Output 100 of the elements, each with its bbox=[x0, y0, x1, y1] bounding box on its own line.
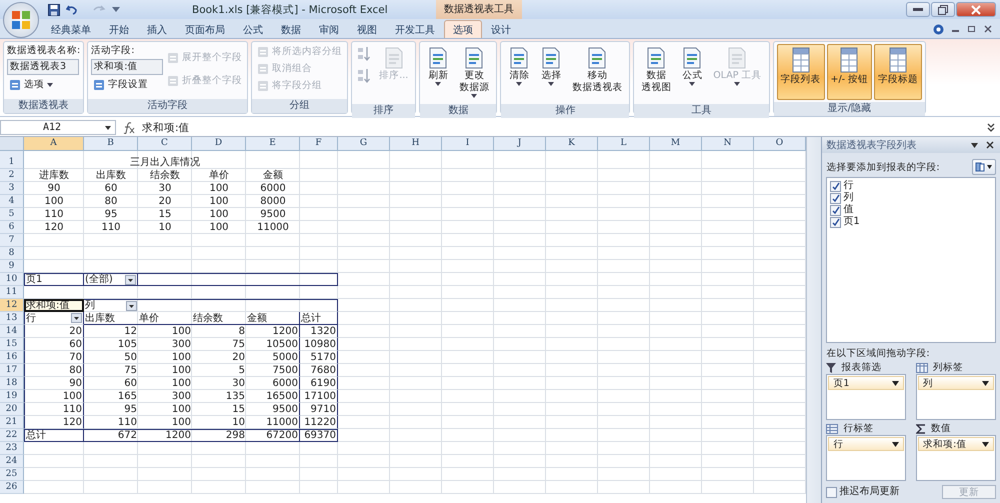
checkbox[interactable] bbox=[830, 216, 842, 228]
field-chip[interactable]: 页1 bbox=[828, 376, 904, 390]
column-header[interactable]: F bbox=[300, 137, 338, 151]
dropdown-icon[interactable] bbox=[71, 313, 82, 323]
ribbon-button[interactable]: 移动 数据透视表 bbox=[568, 44, 626, 102]
column-header[interactable]: E bbox=[246, 137, 300, 151]
ribbon-button[interactable]: 清除 bbox=[504, 44, 534, 102]
text-field[interactable]: 求和项:值 bbox=[91, 59, 164, 75]
column-header[interactable]: D bbox=[192, 137, 246, 151]
row-number[interactable]: 16 bbox=[0, 351, 24, 364]
row-number[interactable]: 8 bbox=[0, 247, 24, 260]
column-header[interactable]: A bbox=[24, 137, 84, 151]
row-number[interactable]: 15 bbox=[0, 338, 24, 351]
ribbon-tab[interactable]: 经典菜单 bbox=[42, 20, 100, 38]
drop-area[interactable]: 页1 bbox=[826, 374, 906, 420]
ribbon-tab[interactable]: 视图 bbox=[348, 20, 386, 38]
ribbon-tab[interactable]: 开发工具 bbox=[386, 20, 444, 38]
ribbon-tab[interactable]: 设计 bbox=[482, 20, 520, 38]
row-number[interactable]: 7 bbox=[0, 234, 24, 247]
expand-icon[interactable] bbox=[986, 122, 996, 132]
ribbon-button[interactable]: 公式 bbox=[677, 44, 708, 102]
name-box[interactable]: A12 bbox=[0, 120, 116, 135]
row-number[interactable]: 24 bbox=[0, 455, 24, 468]
row-number[interactable]: 19 bbox=[0, 390, 24, 403]
column-header[interactable]: H bbox=[390, 137, 442, 151]
row-number[interactable]: 10 bbox=[0, 273, 24, 286]
row-number[interactable]: 20 bbox=[0, 403, 24, 416]
fx-icon[interactable] bbox=[122, 122, 136, 134]
checkbox[interactable] bbox=[830, 180, 842, 192]
text-field[interactable]: 数据透视表3 bbox=[7, 59, 79, 75]
ribbon-tab[interactable]: 页面布局 bbox=[176, 20, 234, 38]
row-number[interactable]: 11 bbox=[0, 286, 24, 299]
drop-area[interactable]: 行 bbox=[826, 435, 906, 481]
undo-icon[interactable] bbox=[66, 4, 78, 16]
save-icon[interactable] bbox=[48, 4, 60, 16]
layout-button[interactable] bbox=[972, 159, 996, 175]
row-number[interactable]: 22 bbox=[0, 429, 24, 442]
ribbon-tab[interactable]: 数据 bbox=[272, 20, 310, 38]
row-number[interactable]: 2 bbox=[0, 169, 24, 182]
row-number[interactable]: 25 bbox=[0, 468, 24, 481]
column-header[interactable]: N bbox=[702, 137, 754, 151]
caret-icon[interactable] bbox=[971, 142, 978, 148]
field-chip[interactable]: 求和项:值 bbox=[918, 437, 994, 451]
row-number[interactable]: 1 bbox=[0, 151, 24, 169]
ribbon-button[interactable]: 数据 透视图 bbox=[637, 44, 676, 102]
column-header[interactable]: I bbox=[442, 137, 494, 151]
row-number[interactable]: 14 bbox=[0, 325, 24, 338]
row-number[interactable]: 4 bbox=[0, 195, 24, 208]
help-icon[interactable] bbox=[933, 24, 944, 34]
checkbox[interactable] bbox=[826, 486, 838, 498]
ribbon-tab[interactable]: 选项 bbox=[444, 20, 482, 38]
drop-area[interactable]: 求和项:值 bbox=[916, 435, 996, 481]
row-number[interactable]: 26 bbox=[0, 481, 24, 494]
ribbon-button[interactable]: 更改 数据源 bbox=[455, 44, 494, 102]
row-number[interactable]: 13 bbox=[0, 312, 24, 325]
close-icon[interactable] bbox=[986, 141, 994, 149]
restore-button[interactable] bbox=[931, 2, 955, 17]
ribbon-tab[interactable]: 公式 bbox=[234, 20, 272, 38]
ribbon-button[interactable]: 选择 bbox=[536, 44, 566, 102]
row-number[interactable]: 21 bbox=[0, 416, 24, 429]
formula-field[interactable]: 求和项:值 bbox=[142, 120, 980, 134]
drop-area[interactable]: 列 bbox=[916, 374, 996, 420]
column-header[interactable]: K bbox=[546, 137, 598, 151]
scroll-bar[interactable] bbox=[806, 137, 822, 503]
column-header[interactable]: M bbox=[650, 137, 702, 151]
ribbon-tab[interactable]: 审阅 bbox=[310, 20, 348, 38]
dropdown-icon[interactable] bbox=[125, 275, 136, 285]
column-header[interactable]: G bbox=[338, 137, 390, 151]
close-button[interactable] bbox=[956, 2, 996, 17]
column-header[interactable]: O bbox=[754, 137, 806, 151]
toggle-button[interactable]: +/- 按钮 bbox=[826, 44, 872, 100]
close-icon[interactable] bbox=[984, 25, 992, 33]
ribbon-tab[interactable]: 插入 bbox=[138, 20, 176, 38]
row-number[interactable]: 23 bbox=[0, 442, 24, 455]
row-number[interactable]: 3 bbox=[0, 182, 24, 195]
column-header[interactable]: B bbox=[84, 137, 138, 151]
checkbox[interactable] bbox=[830, 204, 842, 216]
field-chip[interactable]: 列 bbox=[918, 376, 994, 390]
column-header[interactable]: J bbox=[494, 137, 546, 151]
row-number[interactable]: 12 bbox=[0, 299, 24, 312]
ribbon-tab[interactable]: 开始 bbox=[100, 20, 138, 38]
row-number[interactable]: 17 bbox=[0, 364, 24, 377]
checkbox[interactable] bbox=[830, 192, 842, 204]
ribbon-button[interactable]: 刷新 bbox=[423, 44, 454, 102]
row-number[interactable]: 18 bbox=[0, 377, 24, 390]
ribbon-button[interactable]: 字段设置 bbox=[91, 77, 164, 92]
restore-icon[interactable] bbox=[968, 25, 976, 33]
field-chip[interactable]: 行 bbox=[828, 437, 904, 451]
row-number[interactable]: 9 bbox=[0, 260, 24, 273]
row-number[interactable]: 5 bbox=[0, 208, 24, 221]
dropdown-icon[interactable] bbox=[126, 301, 137, 311]
ribbon-button[interactable]: 选项 bbox=[7, 77, 80, 92]
customize-icon[interactable] bbox=[112, 6, 120, 12]
toggle-button[interactable]: 字段标题 bbox=[874, 44, 922, 100]
table-cell-text: 300 bbox=[170, 390, 192, 403]
row-number[interactable]: 6 bbox=[0, 221, 24, 234]
column-header[interactable]: L bbox=[598, 137, 650, 151]
column-header[interactable]: C bbox=[138, 137, 192, 151]
toggle-button[interactable]: 字段列表 bbox=[776, 44, 825, 100]
minimize-button[interactable] bbox=[906, 2, 930, 17]
